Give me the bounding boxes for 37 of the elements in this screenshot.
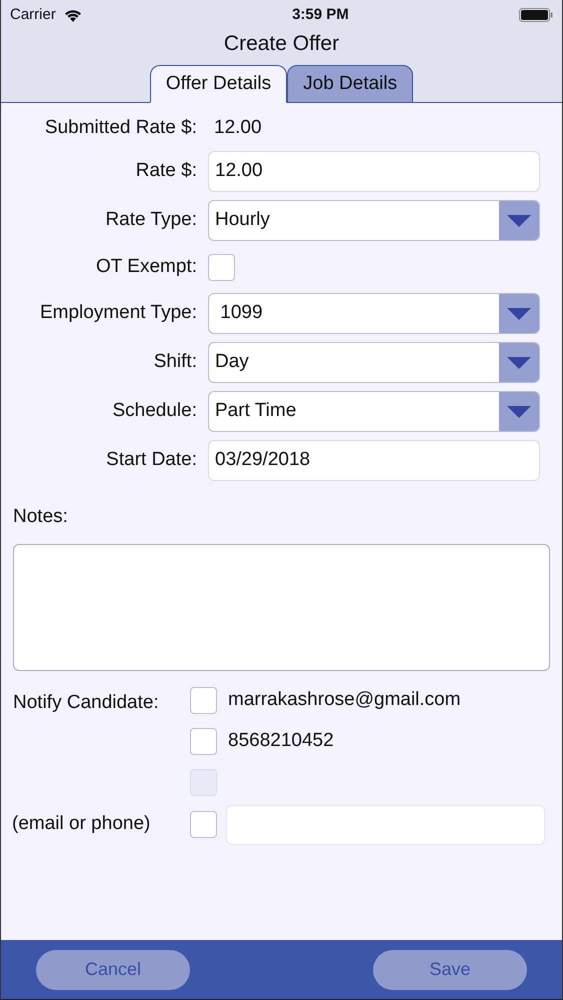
caret-icon [507,214,531,226]
dropdown[interactable]: 1099 [208,293,540,334]
contact-label: marrakashrose@gmail.com [228,688,461,712]
input-field[interactable]: 12.00 [208,151,540,192]
screen-title: Create Offer [222,31,340,57]
checkbox[interactable] [190,811,217,838]
caret-icon [507,406,531,418]
tab[interactable]: Job Details [287,65,414,103]
field-label: OT Exempt: [94,254,198,279]
notes-label: Notes: [12,505,69,529]
checkbox[interactable] [190,687,217,714]
checkbox[interactable] [190,728,217,755]
field-label: Start Date: [105,448,198,472]
caret-icon [507,308,531,320]
field-label: Shift: [152,350,198,374]
dropdown[interactable]: Hourly [208,200,540,241]
notify-label: Notify Candidate: [12,690,160,714]
field-label: Employment Type: [38,301,198,326]
field-label: Rate $: [134,159,198,184]
field-label: Submitted Rate $: [44,116,198,140]
carrier-label: Carrier [10,4,56,25]
wifi-icon [64,8,82,22]
battery-icon [518,7,553,23]
dropdown[interactable]: Day [208,342,540,383]
notes-field[interactable] [13,544,550,670]
contact-label: 8568210452 [228,729,334,754]
caret-icon [507,356,531,368]
dropdown[interactable]: Part Time [208,391,540,432]
field-value: 12.00 [213,116,262,140]
contact-input-field[interactable] [226,804,545,844]
other-contact-label: (email or phone) [11,812,152,836]
input-field[interactable]: 03/29/2018 [208,440,540,481]
tab[interactable]: Offer Details [150,65,288,103]
status-time: 3:59 PM [292,4,349,25]
field-label: Schedule: [111,399,198,424]
field-label: Rate Type: [104,208,198,232]
checkbox[interactable] [208,254,235,280]
